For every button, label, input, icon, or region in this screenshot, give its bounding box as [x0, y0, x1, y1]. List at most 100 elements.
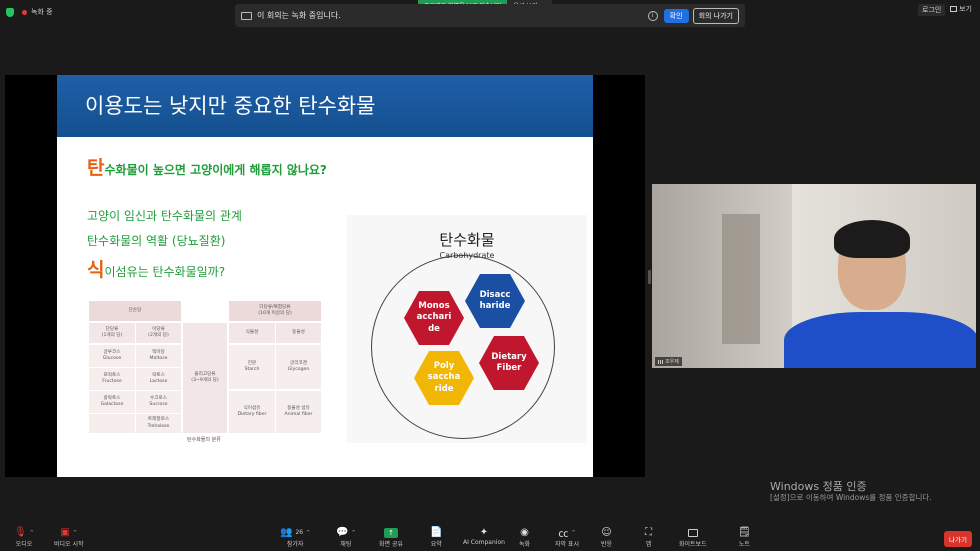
- recording-label: 녹화 중: [31, 8, 53, 16]
- cell-sucrose: 수크로스 Sucrose: [136, 391, 181, 413]
- meeting-toolbar: 🎙 ^ 오디오 ▣ ^ 비디오 시작 👥 26 ^ 참가자 💬 ^ 채팅 ↑ 화면 공유 …: [0, 522, 980, 551]
- zoom-window: 녹화 중 조우제의 화면을 보고 있습니다 옵션 보기 ⌄ 이 회의는 녹화 중…: [0, 0, 980, 551]
- cell-lactose: 락토스 Lactose: [136, 368, 181, 390]
- video-off-icon: ▣: [60, 527, 70, 538]
- reactions-label: 반응: [601, 541, 613, 548]
- table-caption: 탄수화물의 분류: [187, 437, 221, 443]
- captions-button[interactable]: ㏄ ^ 자막 표시: [555, 526, 579, 548]
- chat-icon: 💬: [336, 527, 349, 538]
- chat-button[interactable]: 💬 ^ 채팅: [336, 526, 356, 548]
- notes-button[interactable]: 🗒 노트: [738, 526, 751, 548]
- ai-companion-button[interactable]: ✦ AI Companion: [463, 526, 505, 546]
- signal-icon: [658, 359, 663, 364]
- participant-body: [784, 312, 976, 368]
- slide-question-1: 탄수화물이 높으면 고양이에게 해롭지 않나요?: [87, 153, 327, 180]
- captions-icon: ㏄: [558, 529, 569, 540]
- share-screen-button[interactable]: ↑ 화면 공유: [379, 526, 403, 548]
- header-plant: 식물성: [229, 323, 275, 343]
- recording-indicator[interactable]: 녹화 중: [6, 5, 53, 19]
- record-icon: ◉: [520, 527, 529, 538]
- participants-icon: 👥: [280, 527, 293, 538]
- ai-companion-label: AI Companion: [463, 539, 505, 546]
- audio-button[interactable]: 🎙 ^ 오디오: [14, 526, 34, 548]
- cell-dietary-fiber: 식이섬유 Dietary fiber: [229, 391, 275, 433]
- cell-animal-fiber: 동물성 섬유 Animal fiber: [276, 391, 321, 433]
- cell-glucose: 글루코스 Glucose: [89, 345, 135, 367]
- video-button[interactable]: ▣ ^ 비디오 시작: [54, 526, 84, 548]
- captions-label: 자막 표시: [555, 541, 579, 548]
- summary-icon: 📄: [430, 527, 443, 538]
- sparkle-icon: ✦: [479, 527, 489, 538]
- splitter-handle[interactable]: [648, 270, 651, 284]
- apps-button[interactable]: ⛶ 앱: [645, 526, 652, 548]
- participants-button[interactable]: 👥 26 ^ 참가자: [280, 526, 310, 548]
- record-dot-icon: [22, 9, 27, 15]
- q3-initial: 식: [87, 259, 105, 281]
- view-label: 보기: [959, 5, 972, 13]
- leave-meeting-button[interactable]: 회의 나가기: [692, 7, 739, 24]
- cell-starch: 전분 Starch: [229, 345, 275, 389]
- chevron-up-icon[interactable]: ^: [73, 530, 77, 536]
- cell-glycogen: 글리코겐 Glycogen: [276, 345, 321, 389]
- cell-fructose: 프럭토스 Fructose: [89, 368, 135, 390]
- chevron-up-icon[interactable]: ^: [30, 530, 34, 536]
- video-label: 비디오 시작: [54, 541, 84, 548]
- windows-activation-text: [설정]으로 이동하여 Windows를 정품 인증합니다.: [770, 493, 932, 502]
- header-complex-sugar: 다당류/복합당류 (10개 이상의 당): [229, 301, 321, 321]
- participants-count: 26: [295, 529, 304, 536]
- grid-view-icon: [950, 6, 957, 12]
- carbohydrate-diagram: 탄수화물 Carbohydrate Monos acchari de Disacc h…: [347, 215, 587, 443]
- participant-name-tag: 조우제: [655, 357, 682, 366]
- video-background-door: [722, 214, 760, 344]
- header-disaccharide: 이당류 (2개의 당): [136, 323, 181, 343]
- cell-trehalose: 트레할로스 Trehalose: [136, 414, 181, 433]
- whiteboard-label: 화이트보드: [679, 541, 707, 548]
- q3-rest: 이섬유는 탄수화물일까?: [104, 265, 226, 279]
- cell-empty: [89, 414, 135, 433]
- chevron-up-icon[interactable]: ^: [571, 530, 575, 536]
- record-button[interactable]: ◉ 녹화: [519, 526, 530, 548]
- participants-label: 참가자: [286, 541, 304, 548]
- chat-label: 채팅: [340, 541, 352, 548]
- chevron-up-icon[interactable]: ^: [351, 530, 355, 536]
- slide-question-3: 식이섬유는 탄수화물일까?: [87, 255, 225, 282]
- login-button[interactable]: 로그인: [918, 4, 946, 16]
- slide-title: 이용도는 낮지만 중요한 탄수화물: [85, 94, 376, 118]
- diagram-title: 탄수화물: [439, 231, 495, 249]
- apps-icon: ⛶: [645, 527, 652, 538]
- header-animal: 동물성: [276, 323, 321, 343]
- header-monosaccharide: 단당류 (1개의 당): [89, 323, 135, 343]
- cell-maltose: 맥아당 Maltose: [136, 345, 181, 367]
- shared-screen[interactable]: 이용도는 낮지만 중요한 탄수화물 탄수화물이 높으면 고양이에게 해롭지 않나…: [5, 75, 645, 477]
- recording-notice: 이 회의는 녹화 중입니다. i 확인 회의 나가기: [235, 4, 745, 27]
- reactions-button[interactable]: ☺ 반응: [601, 526, 612, 548]
- smile-icon: ☺: [601, 527, 612, 538]
- recording-notice-icon: [241, 11, 252, 20]
- leave-button[interactable]: 나가기: [944, 531, 972, 547]
- ok-button[interactable]: 확인: [663, 8, 689, 23]
- q1-rest: 수화물이 높으면 고양이에게 해롭지 않나요?: [104, 163, 327, 177]
- participant-name: 조우제: [665, 359, 679, 365]
- share-screen-icon: ↑: [384, 527, 398, 538]
- chevron-up-icon[interactable]: ^: [306, 530, 310, 536]
- notes-icon: 🗒: [738, 527, 751, 538]
- mic-muted-icon: 🎙: [14, 527, 27, 538]
- slide-line-1: 고양이 임신과 탄수화물의 관계: [87, 209, 242, 223]
- summary-label: 요약: [430, 541, 442, 548]
- cell-galactose: 갈락토스 Galactose: [89, 391, 135, 413]
- summary-button[interactable]: 📄 요약: [430, 526, 442, 548]
- carbohydrate-classification-table: 단순당 다당류/복합당류 (10개 이상의 당) 단당류 (1개의 당) 이당류 (2…: [89, 301, 321, 433]
- notes-label: 노트: [738, 541, 750, 548]
- q1-initial: 탄: [87, 157, 105, 179]
- whiteboard-button[interactable]: 화이트보드: [679, 526, 707, 548]
- record-label: 녹화: [519, 541, 531, 548]
- slide: 이용도는 낮지만 중요한 탄수화물 탄수화물이 높으면 고양이에게 해롭지 않나…: [57, 75, 593, 477]
- shield-icon: [6, 7, 14, 17]
- slide-line-2: 탄수화물의 역활 (당뇨질환): [87, 234, 226, 248]
- recording-notice-text: 이 회의는 녹화 중입니다.: [257, 11, 341, 20]
- info-icon[interactable]: i: [647, 10, 658, 21]
- share-label: 화면 공유: [379, 541, 403, 548]
- audio-label: 오디오: [15, 541, 33, 548]
- participant-video[interactable]: 조우제: [652, 184, 976, 368]
- view-button[interactable]: 보기: [950, 4, 972, 14]
